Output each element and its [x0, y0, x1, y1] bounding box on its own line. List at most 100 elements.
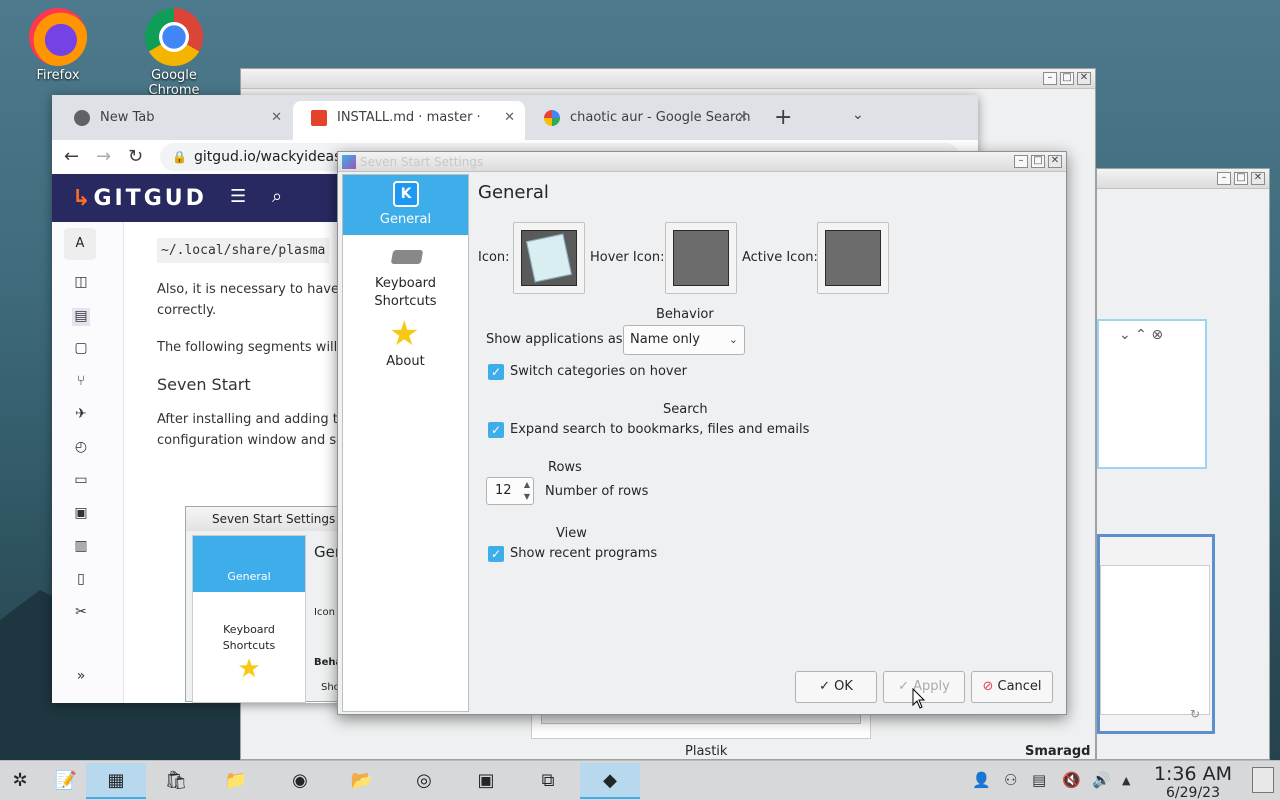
code-path: ~/.local/share/plasma [157, 238, 330, 263]
show-applications-select[interactable]: Name only ⌄ [623, 325, 745, 355]
maximize-button[interactable]: □ [1234, 172, 1248, 185]
minimize-button[interactable]: – [1043, 72, 1057, 85]
mini-general: General [193, 536, 305, 592]
desktop-icon-chrome[interactable]: Google Chrome [126, 8, 222, 98]
minimize-button[interactable]: – [1014, 155, 1028, 168]
notepad-icon [521, 230, 577, 286]
analytics-icon[interactable]: ▥ [72, 538, 90, 556]
url-text: gitgud.io/wackyideas [194, 149, 342, 165]
sidebar-item-label: General [379, 212, 432, 227]
cancel-label: Cancel [997, 679, 1042, 694]
tab-label: INSTALL.md · master · wacky [337, 110, 481, 125]
spin-down-icon[interactable]: ▼ [524, 492, 530, 502]
chevron-down-icon: ⌄ [728, 333, 738, 346]
tab-install-md[interactable]: INSTALL.md · master · wacky ✕ [293, 101, 525, 140]
wiki-icon[interactable]: ▯ [72, 571, 90, 589]
active-icon-picker[interactable] [817, 222, 889, 294]
issue-board-icon[interactable]: ▢ [72, 340, 90, 358]
seven-start-settings-dialog: Seven Start Settings – □ ✕ K General Key… [337, 151, 1067, 715]
switch-categories-checkbox[interactable]: ✓ [488, 364, 504, 380]
reload-icon[interactable]: ↻ [128, 146, 143, 167]
star-icon: ★ [389, 314, 420, 354]
search-icon[interactable]: ⌕ [272, 186, 282, 207]
sidebar-item-label: Keyboard Shortcuts [374, 276, 437, 309]
maximize-button[interactable]: □ [1031, 155, 1045, 168]
cancel-button[interactable]: ⊘ Cancel [971, 671, 1053, 703]
show-desktop-button[interactable] [1252, 767, 1274, 793]
project-sidebar: A ◫ ▤ ▢ ⑂ ✈ ◴ ▭ ▣ ▥ ▯ ✂ » [52, 222, 124, 703]
taskbar: ✲ 📝 ▦ 🛍 📁 ◉ 📂 ◎ ▣ ⧉ ◆ 👤 ⚇ ▤ 🔇 🔊 ▲ 1:36 A… [0, 760, 1280, 800]
dialog-titlebar: Seven Start Settings – □ ✕ [338, 152, 1066, 172]
tab-close-icon[interactable]: ✕ [271, 101, 282, 135]
switch-categories-label: Switch categories on hover [510, 364, 687, 379]
theme-preview-window: ⌄ ⌃ ⊗ [1097, 319, 1207, 469]
close-button[interactable]: ✕ [1251, 172, 1265, 185]
sidebar-item-general[interactable]: K General [343, 175, 468, 235]
tab-new-tab[interactable]: New Tab ✕ [56, 101, 292, 140]
preview-inner-window [1100, 565, 1210, 715]
task-chrome-icon[interactable]: ◎ [394, 763, 454, 799]
menu-icon[interactable]: ☰ [230, 186, 246, 207]
repository-icon[interactable]: ▤ [72, 308, 90, 326]
gitlab-favicon-icon [311, 110, 327, 126]
hover-icon-picker[interactable] [665, 222, 737, 294]
minimize-button[interactable]: – [1217, 172, 1231, 185]
gitgud-logo[interactable]: ↳GITGUD [72, 186, 207, 211]
volume-icon[interactable]: 🔊 [1092, 771, 1111, 789]
mouse-cursor [912, 688, 926, 709]
snippets-icon[interactable]: ✂ [72, 604, 90, 622]
task-store-icon[interactable]: 🛍 [146, 763, 206, 799]
ok-label: OK [834, 679, 853, 694]
task-network-icon[interactable]: ⧉ [518, 763, 578, 799]
deployments-icon[interactable]: ◴ [72, 439, 90, 457]
issues-icon[interactable]: ◫ [72, 274, 90, 292]
mini-keyboard: Keyboard Shortcuts [222, 623, 276, 652]
hover-icon-label: Hover Icon: [590, 250, 665, 265]
ok-button[interactable]: ✓ OK [795, 671, 877, 703]
empty-icon [825, 230, 881, 286]
tab-label: New Tab [100, 110, 155, 125]
rows-spinbox[interactable]: 12 ▲ ▼ [486, 477, 534, 505]
close-button[interactable]: ✕ [1077, 72, 1091, 85]
page-title: General [478, 182, 549, 203]
mute-icon[interactable]: 🔇 [1062, 771, 1081, 789]
tray-expand-icon[interactable]: ▲ [1122, 774, 1130, 787]
clock[interactable]: 1:36 AM 6/29/23 [1148, 763, 1238, 800]
icon-picker[interactable] [513, 222, 585, 294]
expand-search-checkbox[interactable]: ✓ [488, 422, 504, 438]
application-launcher-icon[interactable]: ✲ [0, 763, 40, 799]
desktop-icon-firefox[interactable]: Firefox [10, 8, 106, 83]
network-icon[interactable]: ⚇ [1004, 771, 1017, 789]
expand-sidebar-icon[interactable]: » [72, 668, 90, 686]
merge-request-icon[interactable]: ⑂ [72, 373, 90, 391]
tab-search-chevron-icon[interactable]: ⌄ [852, 107, 864, 123]
task-firefox-icon[interactable]: ◉ [270, 763, 330, 799]
behavior-title: Behavior [656, 307, 714, 322]
spin-up-icon[interactable]: ▲ [524, 480, 530, 490]
recent-programs-checkbox[interactable]: ✓ [488, 546, 504, 562]
monitor-icon[interactable]: ▣ [72, 505, 90, 523]
task-system-settings[interactable]: ▦ [86, 763, 146, 799]
tab-google-search[interactable]: chaotic aur - Google Search ✕ [526, 101, 758, 140]
theme-preview-smaragd[interactable]: ↻ [1097, 534, 1215, 734]
new-tab-icon[interactable]: + [774, 105, 792, 130]
project-avatar[interactable]: A [64, 228, 96, 260]
packages-icon[interactable]: ▭ [72, 472, 90, 490]
rocket-icon[interactable]: ✈ [72, 406, 90, 424]
tab-close-icon[interactable]: ✕ [500, 101, 515, 135]
sidebar-item-about[interactable]: ★ About [343, 315, 468, 379]
tab-close-icon[interactable]: ✕ [737, 101, 748, 135]
chrome-favicon-icon [74, 110, 90, 126]
task-terminal-icon[interactable]: ▣ [456, 763, 516, 799]
back-icon[interactable]: ← [64, 146, 79, 167]
forward-icon[interactable]: → [96, 146, 111, 167]
user-icon[interactable]: 👤 [972, 771, 991, 789]
task-folder-icon[interactable]: 📁 [206, 763, 266, 799]
close-button[interactable]: ✕ [1048, 155, 1062, 168]
task-files-icon[interactable]: 📂 [332, 763, 392, 799]
clipboard-icon[interactable]: ▤ [1032, 771, 1046, 789]
maximize-button[interactable]: □ [1060, 72, 1074, 85]
desktop-icon-label: Google Chrome [148, 68, 200, 98]
task-seven-start-settings[interactable]: ◆ [580, 763, 640, 799]
sidebar-item-keyboard-shortcuts[interactable]: Keyboard Shortcuts [343, 245, 468, 315]
